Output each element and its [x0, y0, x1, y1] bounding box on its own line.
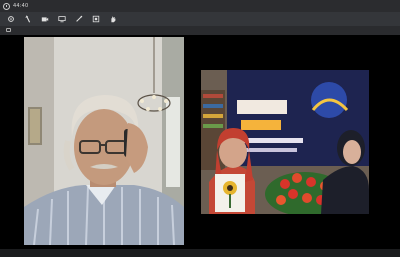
window-icon[interactable]	[6, 28, 11, 32]
elapsed-time: 44:40	[13, 3, 29, 9]
bottom-bar	[0, 249, 400, 257]
title-bar: 44:40	[0, 0, 400, 12]
participant-video-left[interactable]	[24, 37, 184, 245]
hand-icon[interactable]	[108, 15, 117, 24]
participant-video-right[interactable]	[201, 70, 369, 214]
camera-icon[interactable]	[40, 15, 49, 24]
sub-bar	[0, 26, 400, 35]
man-on-phone-image	[24, 37, 184, 245]
clock-icon	[3, 2, 10, 10]
frame-icon[interactable]	[91, 15, 100, 24]
library-event-image	[201, 70, 369, 214]
video-call-window: 44:40	[0, 0, 400, 257]
pen-icon[interactable]	[23, 15, 32, 24]
screen-icon[interactable]	[57, 15, 66, 24]
video-stage	[0, 35, 400, 249]
toolbar	[0, 12, 400, 26]
draw-icon[interactable]	[74, 15, 83, 24]
eye-icon[interactable]	[6, 15, 15, 24]
